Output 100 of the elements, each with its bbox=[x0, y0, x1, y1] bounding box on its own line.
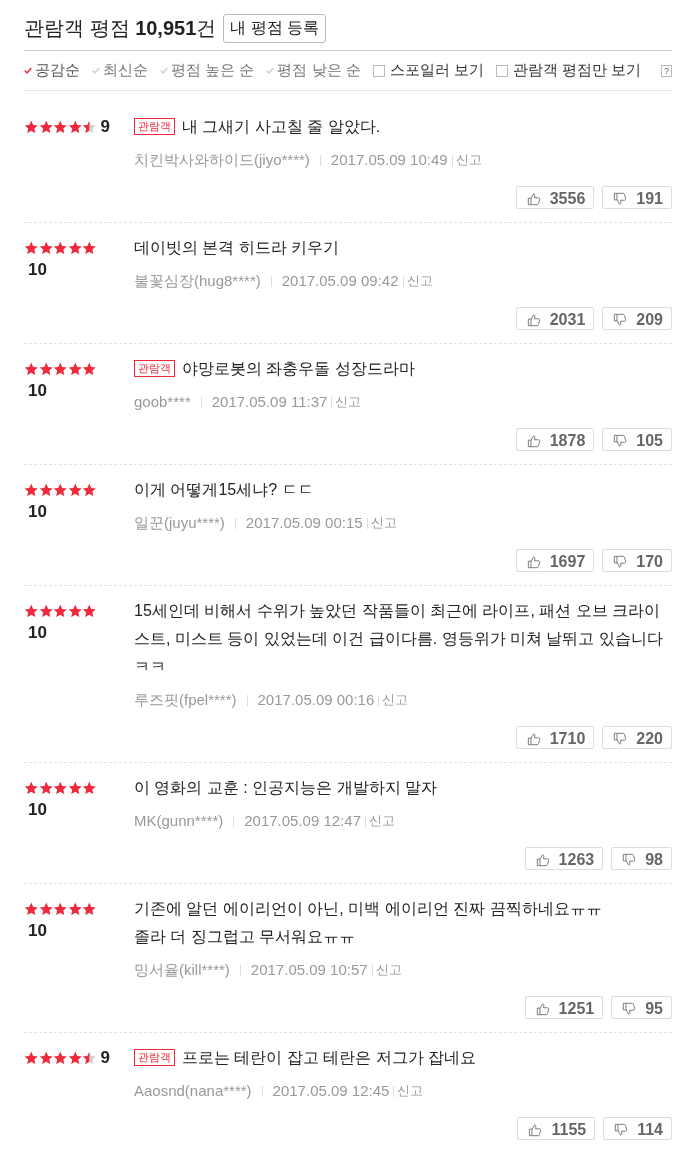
review-date: 2017.05.09 11:37 bbox=[211, 392, 328, 412]
rating-score: 10 bbox=[28, 381, 47, 401]
write-review-button[interactable]: 내 평점 등록 bbox=[223, 13, 327, 43]
author-name: goob**** bbox=[134, 392, 191, 412]
report-link[interactable]: 신고 bbox=[369, 810, 395, 832]
rating-score: 10 bbox=[28, 623, 47, 643]
star-icon bbox=[24, 1050, 39, 1066]
like-button[interactable]: 1878 bbox=[515, 428, 595, 451]
star-icon bbox=[38, 482, 53, 498]
dislike-button[interactable]: 105 bbox=[602, 428, 672, 451]
star-icon bbox=[53, 119, 68, 135]
dislike-button[interactable]: 170 bbox=[602, 549, 672, 572]
review-date: 2017.05.09 09:42 bbox=[281, 271, 399, 291]
report-link[interactable]: 신고 bbox=[375, 959, 402, 981]
review-count-title: 관람객 평점 10,951건 bbox=[24, 15, 217, 41]
star-icon bbox=[82, 482, 97, 498]
check-icon bbox=[160, 67, 168, 74]
review-date: 2017.05.09 10:49 bbox=[330, 150, 448, 170]
thumbs-down-icon bbox=[613, 731, 628, 746]
star-icon bbox=[38, 780, 53, 796]
star-icon bbox=[67, 240, 82, 256]
sort-option[interactable]: 평점 높은 순 bbox=[160, 61, 255, 80]
checkbox[interactable] bbox=[372, 64, 385, 77]
like-button[interactable]: 3556 bbox=[515, 186, 595, 209]
rating-score: 9 bbox=[100, 1048, 110, 1068]
audience-badge: 관람객 bbox=[134, 360, 175, 377]
star-icon bbox=[67, 119, 82, 135]
like-button[interactable]: 2031 bbox=[515, 307, 595, 330]
report-link[interactable]: 신고 bbox=[382, 689, 409, 711]
dislike-button[interactable]: 220 bbox=[602, 726, 672, 749]
review-text: 프로는 테란이 잡고 테란은 저그가 잡네요 bbox=[182, 1049, 477, 1066]
thumbs-down-icon bbox=[622, 1001, 637, 1016]
dislike-button[interactable]: 191 bbox=[602, 186, 672, 209]
star-icon bbox=[53, 1050, 68, 1066]
star-icon bbox=[38, 901, 53, 917]
star-icon bbox=[82, 780, 97, 796]
star-icon bbox=[67, 1050, 82, 1066]
check-icon bbox=[266, 67, 275, 74]
like-button[interactable]: 1263 bbox=[524, 847, 604, 870]
report-link[interactable]: 신고 bbox=[370, 512, 397, 534]
star-icon bbox=[82, 901, 97, 917]
audience-badge: 관람객 bbox=[134, 118, 175, 135]
star-icon bbox=[53, 603, 68, 619]
sort-option[interactable]: 공감순 bbox=[24, 61, 80, 80]
half-star-icon bbox=[82, 119, 97, 135]
thumbs-down-icon bbox=[613, 554, 628, 569]
like-button[interactable]: 1155 bbox=[517, 1117, 596, 1140]
rating-score: 10 bbox=[28, 260, 47, 280]
thumbs-up-icon bbox=[535, 1001, 550, 1016]
star-icon bbox=[82, 603, 97, 619]
thumbs-up-icon bbox=[535, 852, 550, 867]
review-text: 내 그새기 사고칠 줄 알았다. bbox=[182, 118, 381, 135]
star-icon bbox=[82, 361, 97, 377]
thumbs-down-icon bbox=[622, 852, 637, 867]
star-icon bbox=[24, 482, 39, 498]
like-button[interactable]: 1710 bbox=[515, 726, 595, 749]
filter-option[interactable]: 스포일러 보기 bbox=[372, 61, 484, 80]
check-icon bbox=[92, 67, 100, 74]
half-star-icon bbox=[82, 1050, 97, 1066]
sort-option[interactable]: 평점 낮은 순 bbox=[266, 61, 361, 80]
star-icon bbox=[24, 603, 39, 619]
check-icon bbox=[24, 67, 32, 74]
thumbs-down-icon bbox=[613, 433, 628, 448]
thumbs-down-icon bbox=[614, 1122, 629, 1137]
dislike-button[interactable]: 95 bbox=[611, 996, 672, 1019]
thumbs-up-icon bbox=[528, 1122, 543, 1137]
report-link[interactable]: 신고 bbox=[455, 149, 482, 171]
review-text: 이 영화의 교훈 : 인공지능은 개발하지 말자 bbox=[134, 779, 438, 796]
like-button[interactable]: 1697 bbox=[515, 549, 595, 572]
report-link[interactable]: 신고 bbox=[406, 270, 433, 292]
review-text: 이게 어떻게15세냐? ㄷㄷ bbox=[134, 481, 314, 498]
checkbox[interactable] bbox=[495, 64, 508, 77]
dislike-button[interactable]: 209 bbox=[602, 307, 672, 330]
star-icon bbox=[53, 901, 68, 917]
star-icon bbox=[24, 119, 39, 135]
review-date: 2017.05.09 00:15 bbox=[245, 513, 363, 533]
sort-option[interactable]: 최신순 bbox=[92, 61, 148, 80]
author-name: 밍서율(kill****) bbox=[134, 960, 230, 980]
star-icon bbox=[24, 361, 39, 377]
review-text: 15세인데 비해서 수위가 높았던 작품들이 최근에 라이프, 패션 오브 크라이스트, 미스트 등이 있었는데 이건 급이다름. 영등위가 미쳐 날뛰고 있습니다 ㅋㅋ bbox=[134, 602, 663, 675]
review-date: 2017.05.09 10:57 bbox=[250, 960, 368, 980]
star-icon bbox=[67, 482, 82, 498]
star-icon bbox=[53, 780, 68, 796]
dislike-button[interactable]: 114 bbox=[603, 1117, 672, 1140]
author-name: MK(gunn****) bbox=[134, 811, 224, 831]
dislike-button[interactable]: 98 bbox=[611, 847, 672, 870]
star-icon bbox=[67, 361, 82, 377]
like-button[interactable]: 1251 bbox=[524, 996, 604, 1019]
review-date: 2017.05.09 12:45 bbox=[272, 1081, 390, 1101]
star-icon bbox=[67, 901, 82, 917]
review-date: 2017.05.09 00:16 bbox=[257, 690, 375, 710]
star-icon bbox=[38, 119, 53, 135]
report-link[interactable]: 신고 bbox=[335, 391, 362, 413]
star-icon bbox=[53, 482, 68, 498]
review-text: 야망로봇의 좌충우돌 성장드라마 bbox=[182, 360, 415, 377]
report-link[interactable]: 신고 bbox=[397, 1080, 424, 1102]
help-button[interactable]: ? bbox=[661, 64, 672, 77]
review-text: 데이빗의 본격 히드라 키우기 bbox=[134, 239, 340, 256]
filter-option[interactable]: 관람객 평점만 보기 bbox=[495, 61, 642, 80]
star-icon bbox=[67, 780, 82, 796]
